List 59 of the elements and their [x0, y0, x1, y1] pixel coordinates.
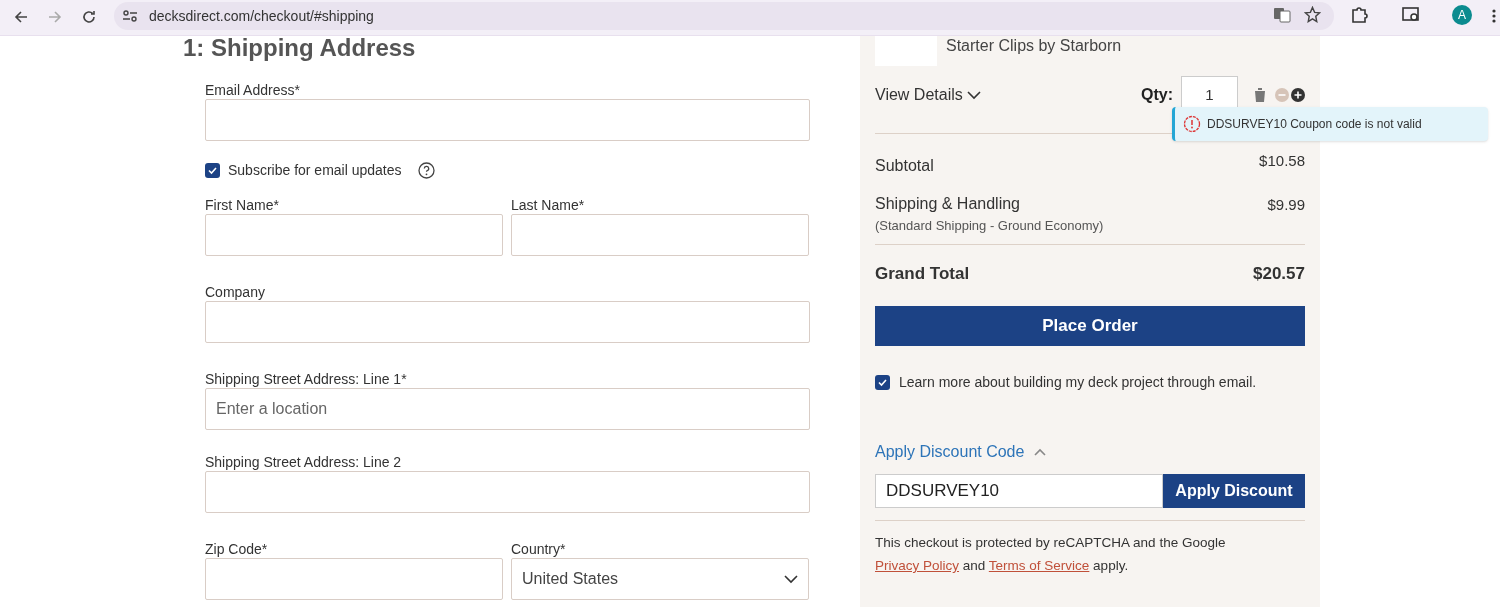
chevron-up-icon — [1034, 448, 1047, 456]
input-field[interactable] — [205, 214, 503, 256]
error-message: DDSURVEY10 Coupon code is not valid — [1207, 116, 1422, 133]
menu-icon[interactable] — [1492, 8, 1496, 24]
profile-avatar[interactable]: A — [1452, 5, 1472, 25]
discount-toggle[interactable]: Apply Discount Code — [875, 440, 1047, 464]
address-bar[interactable]: decksdirect.com/checkout/#shipping — [114, 2, 1334, 30]
input-field[interactable] — [205, 301, 810, 343]
field-label: Company — [205, 283, 266, 301]
checkbox[interactable] — [875, 375, 890, 390]
input-field[interactable] — [205, 471, 810, 513]
section-heading: 1: Shipping Address — [183, 36, 417, 62]
field-label: Last Name* — [511, 196, 586, 214]
field-label: Email Address* — [205, 81, 301, 99]
field-label: Shipping Street Address: Line 2 — [205, 453, 403, 471]
trash-icon[interactable] — [1253, 87, 1267, 103]
extensions-icon[interactable] — [1351, 6, 1368, 23]
chevron-down-icon — [966, 90, 981, 100]
input-field[interactable] — [511, 214, 809, 256]
field-label: First Name* — [205, 196, 280, 214]
site-settings-icon[interactable] — [122, 9, 138, 23]
apply-discount-button[interactable]: Apply Discount — [1163, 474, 1305, 508]
shipping-method: (Standard Shipping - Ground Economy) — [875, 217, 1104, 235]
grand-total-label: Grand Total — [875, 262, 970, 285]
country-select[interactable]: United States — [511, 558, 809, 600]
discount-code-field[interactable]: DDSURVEY10 — [875, 474, 1163, 508]
checkbox[interactable] — [205, 163, 220, 178]
link[interactable]: Terms of Service — [988, 558, 1090, 573]
view-details-toggle[interactable]: View Details — [875, 83, 981, 107]
shipping-label: Shipping & Handling — [875, 194, 1021, 214]
alert-icon — [1183, 115, 1201, 133]
link[interactable]: Privacy Policy — [875, 558, 960, 573]
help-icon[interactable] — [417, 162, 435, 179]
checkmark-icon — [877, 377, 888, 388]
chevron-down-icon — [784, 574, 798, 584]
translate-icon[interactable] — [1273, 6, 1291, 24]
place-order-button[interactable]: Place Order — [875, 306, 1305, 346]
shipping-value: $9.99 — [1267, 195, 1305, 215]
checkbox-label: Learn more about building my deck project through email. — [899, 373, 1257, 392]
grand-total-value: $20.57 — [1253, 262, 1305, 285]
field-label: Shipping Street Address: Line 1* — [205, 370, 408, 388]
input-field[interactable] — [205, 558, 503, 600]
field-label: Country* — [511, 540, 567, 558]
plus-icon[interactable] — [1291, 88, 1305, 102]
qty-label: Qty: — [1141, 85, 1173, 105]
url-text: decksdirect.com/checkout/#shipping — [149, 6, 374, 26]
input-field[interactable]: Enter a location — [205, 388, 810, 430]
input-field[interactable] — [205, 99, 810, 141]
subtotal-label: Subtotal — [875, 156, 934, 176]
reload-icon[interactable] — [81, 9, 97, 25]
bookmark-star-icon[interactable] — [1304, 6, 1321, 23]
tab-search-icon[interactable] — [1402, 7, 1420, 23]
field-label: Zip Code* — [205, 540, 269, 558]
recaptcha-notice: This checkout is protected by reCAPTCHA and the Google Privacy Policy and Terms of Service apply. — [875, 534, 1227, 575]
checkbox-label: Subscribe for email updates — [228, 161, 402, 180]
checkmark-icon — [207, 165, 218, 176]
back-icon[interactable] — [13, 9, 29, 25]
product-name: Starter Clips by Starborn — [946, 36, 1122, 56]
subtotal-value: $10.58 — [1259, 151, 1305, 171]
